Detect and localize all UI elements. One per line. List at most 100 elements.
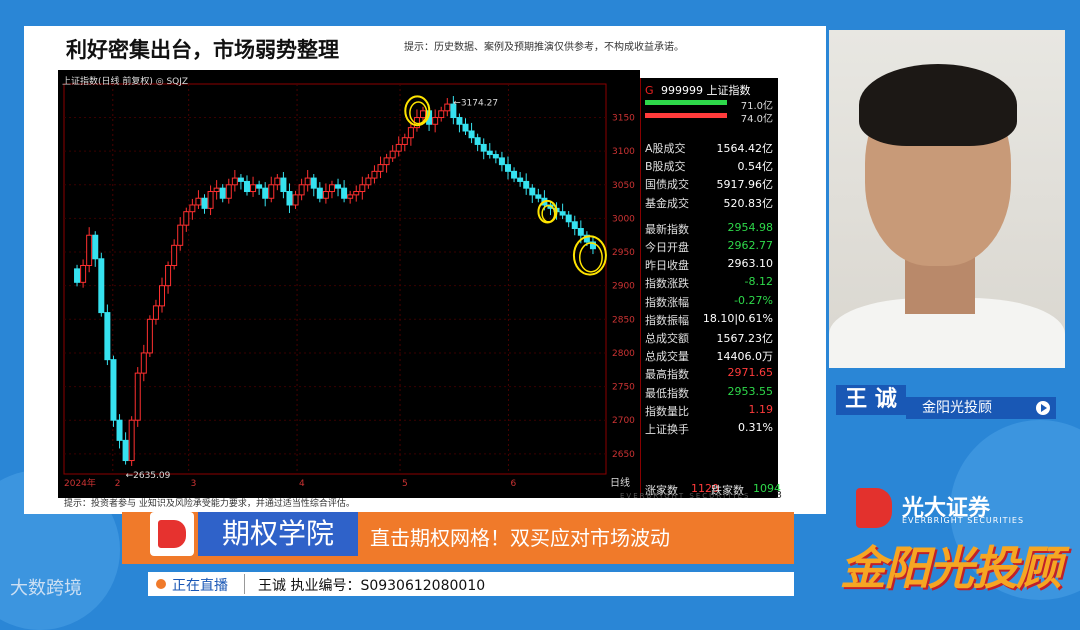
quote-value: 2971.65 — [727, 366, 774, 380]
divider — [244, 574, 245, 594]
course-subtitle: 直击期权网格！双买应对市场波动 — [370, 526, 670, 550]
quote-row: 总成交量 14406.0万 — [645, 346, 773, 364]
chart-svg: 3150 3100 3050 3000 2950 2900 2850 2800 2750 2700… — [63, 83, 635, 489]
candle-body — [201, 197, 208, 209]
candle-body — [401, 137, 408, 145]
quote-row: 最高指数 2971.65 — [645, 364, 773, 382]
quote-row: 上证换手 0.31% — [645, 419, 773, 437]
candle-body — [486, 150, 493, 156]
candle-body — [256, 184, 263, 189]
quote-value: 5917.96亿 — [716, 178, 774, 192]
candle-body — [243, 180, 250, 193]
quote-value: 14406.0万 — [716, 350, 774, 364]
candle-body — [474, 137, 481, 145]
candle-body — [577, 228, 584, 236]
candle-body — [389, 150, 396, 159]
quote-row: 最低指数 2953.55 — [645, 383, 773, 401]
candle-body — [165, 265, 172, 287]
candle-body — [359, 184, 366, 193]
candle-body — [177, 224, 184, 246]
program-logo: 金阳光投顾 — [840, 541, 1062, 595]
candle-body — [504, 164, 511, 172]
candle-body — [395, 143, 402, 152]
quote-value: 1564.42亿 — [716, 142, 774, 155]
candle-body — [335, 184, 342, 189]
quote-label: 指数涨幅 — [645, 295, 689, 309]
quote-label: 上证换手 — [645, 423, 689, 436]
annotation-circle — [572, 235, 607, 276]
course-logo-icon — [150, 512, 194, 556]
presenter-title: 金阳光投顾 — [906, 397, 1056, 419]
candle-body — [171, 244, 178, 267]
candle-body — [353, 191, 360, 196]
quote-label: A股成交 — [645, 142, 686, 155]
candle-body — [286, 191, 293, 206]
candle-body — [304, 177, 311, 186]
quote-value: 0.31% — [738, 421, 773, 434]
course-banner: 期权学院 直击期权网格！双买应对市场波动 — [122, 512, 794, 564]
brand-strip: EVERBRIGHT SECURITIES — [620, 492, 751, 500]
quote-value: -8.12 — [744, 275, 773, 289]
quote-row: 指数振幅 18.10|0.61% — [645, 310, 773, 328]
candle-body — [225, 184, 232, 199]
candle-body — [462, 123, 469, 132]
candle-body — [134, 372, 141, 421]
quote-header: G 999999 上证指数 — [645, 82, 751, 98]
quote-value: 18.10|0.61% — [702, 311, 773, 325]
candle-body — [328, 184, 335, 193]
slide-disclaimer: 提示：历史数据、案例及预期推演仅供参考，不构成收益承诺。 — [404, 42, 684, 53]
quote-panel: G 999999 上证指数 71.0亿 74.0亿 A股成交 1564.42亿 B股成交… — [640, 78, 781, 498]
presenter-name: 王 诚 — [836, 385, 906, 415]
quote-row: A股成交 1564.42亿 — [645, 138, 773, 156]
quote-value: 520.83亿 — [723, 196, 774, 210]
candle-body — [517, 177, 524, 182]
quote-row: 今日开盘 2962.77 — [645, 237, 773, 255]
play-icon[interactable] — [1036, 401, 1050, 415]
quote-code-prefix: G — [645, 84, 654, 97]
live-dot-icon — [156, 579, 166, 589]
candle-body — [262, 187, 269, 199]
candle-body — [377, 164, 384, 172]
candle-body — [511, 170, 518, 179]
candle-body — [98, 258, 105, 314]
y-tick-label: 3050 — [612, 181, 635, 191]
quote-row: 总成交额 1567.23亿 — [645, 328, 773, 346]
candle-body — [110, 359, 117, 421]
candle-body — [383, 157, 390, 166]
watermark: 大数跨境 — [10, 578, 82, 599]
candle-body — [432, 117, 439, 125]
quote-label: 国债成交 — [645, 178, 689, 192]
quote-label: 指数振幅 — [645, 313, 689, 327]
candle-body — [456, 117, 463, 125]
quote-value: 2953.55 — [727, 384, 774, 398]
x-tick-label: 4 — [299, 479, 305, 489]
course-title: 期权学院 — [198, 512, 358, 556]
quote-row: 指数涨跌 -8.12 — [645, 273, 773, 291]
candle-body — [468, 130, 475, 139]
candle-body — [92, 234, 99, 260]
y-tick-label: 3150 — [612, 114, 635, 124]
candle-body — [219, 187, 226, 199]
candle-body — [310, 177, 317, 189]
candle-body — [140, 352, 147, 374]
candle-body — [571, 221, 578, 230]
quote-row: 昨日收盘 2963.10 — [645, 255, 773, 273]
candle-body — [280, 177, 287, 193]
candle-body — [529, 187, 536, 196]
candle-body — [80, 265, 87, 283]
teacher-info: 王诚 执业编号：S0930612080010 — [258, 578, 486, 594]
quote-value: 1.19 — [748, 402, 774, 416]
presenter-title-text: 金阳光投顾 — [922, 400, 992, 416]
candle-body — [523, 180, 530, 189]
y-tick-label: 3100 — [612, 147, 635, 157]
quote-label: 基金成交 — [645, 196, 689, 210]
candle-body — [231, 177, 238, 186]
volume-bars: 71.0亿 74.0亿 — [645, 100, 773, 134]
everbright-logo-icon — [856, 488, 892, 528]
quote-row: B股成交 0.54亿 — [645, 156, 773, 174]
candle-body — [268, 184, 275, 199]
candle-body — [213, 187, 220, 193]
slide-footer: 提示：投资者参与 业知识及风险承受能力要求，并通过适当性综合评估。 — [64, 499, 355, 509]
y-tick-label: 2750 — [612, 383, 635, 393]
volume-bar-value: 74.0亿 — [740, 114, 773, 125]
